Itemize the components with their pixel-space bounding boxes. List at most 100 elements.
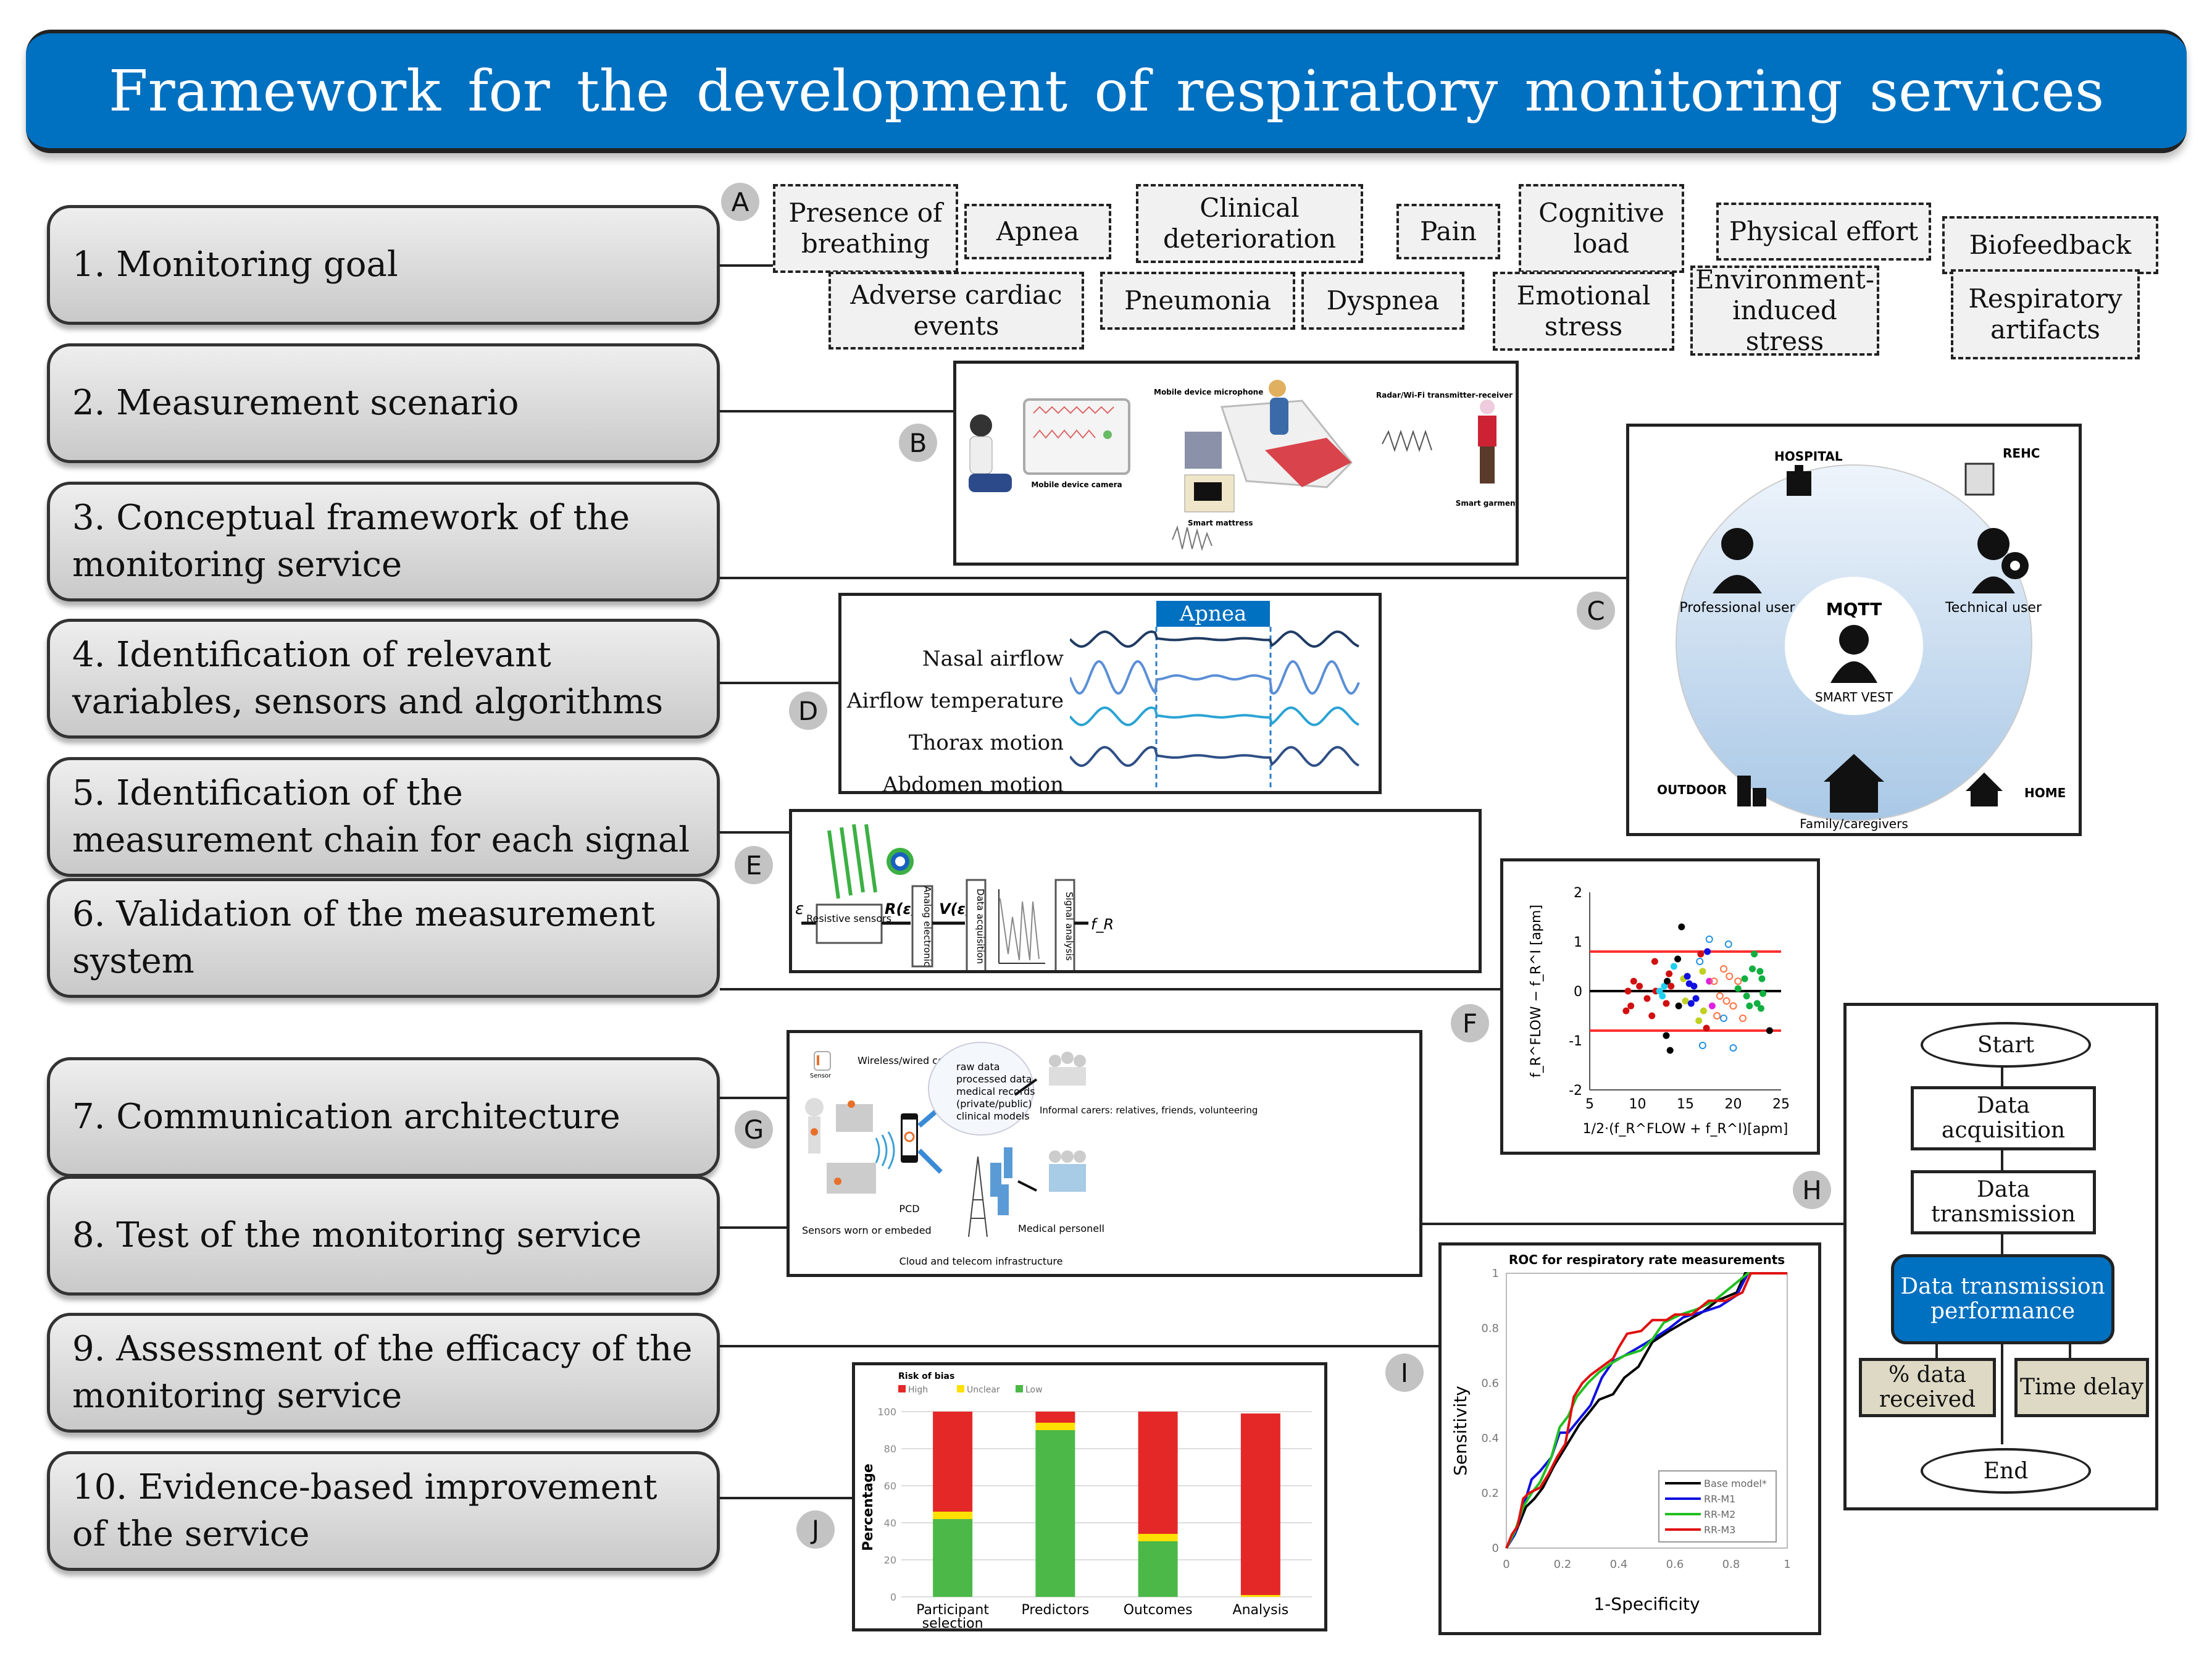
- smart-mattress-icon: [1184, 474, 1235, 513]
- data-point: [1741, 975, 1748, 982]
- step-4-identification-variables[interactable]: 4. Identification of relevant variables,…: [47, 619, 720, 739]
- panel-e-measurement-chain: ε Resistive sensors R(ε) Analog electron…: [789, 809, 1482, 974]
- signal-waves-icon: [875, 1131, 895, 1170]
- data-point: [1722, 997, 1730, 1005]
- y-axis-label: f_R^FLOW − f_R^I [apm]: [1529, 905, 1544, 1078]
- signal-airflow-temperature: Airflow temperature: [846, 689, 1064, 713]
- x-tick-label: 1: [1784, 1558, 1790, 1571]
- step-5-measurement-chain[interactable]: 5. Identification of the measurement cha…: [47, 757, 720, 877]
- measurement-chain-diagram: ε Resistive sensors R(ε) Analog electron…: [795, 824, 1114, 974]
- connector-j: [720, 1497, 853, 1499]
- medical-personnel-icon: [1049, 1150, 1086, 1192]
- connector-h: [1420, 1223, 1843, 1225]
- step-1-monitoring-goal[interactable]: 1. Monitoring goal: [47, 205, 720, 325]
- waveform-thorax-motion: [1070, 706, 1359, 727]
- y-axis-label: Percentage: [861, 1463, 876, 1551]
- signal-thorax-motion: Thorax motion: [908, 731, 1064, 755]
- y-tick-label: 1: [1574, 935, 1582, 950]
- y-tick-label: 1: [1492, 1267, 1499, 1280]
- goal-tag: Environment-induced stress: [1690, 264, 1879, 356]
- badge-g: G: [735, 1110, 773, 1149]
- step-label: 10. Evidence-based improvement of the se…: [72, 1467, 657, 1554]
- cloud-item: (private/public): [956, 1098, 1032, 1110]
- x-tick-label: 0.4: [1610, 1558, 1628, 1571]
- connector-i: [720, 1345, 1438, 1347]
- block-label: Data acquisition: [975, 889, 986, 964]
- x-tick-label: 0.2: [1554, 1558, 1572, 1571]
- step-label: 4. Identification of relevant variables,…: [72, 635, 664, 722]
- y-tick-label: 0: [1574, 984, 1582, 1000]
- step-label: 6. Validation of the measurement system: [72, 894, 655, 981]
- data-point: [1729, 1044, 1737, 1052]
- data-point: [1684, 973, 1691, 980]
- goal-tag: Respiratory artifacts: [1951, 269, 2140, 359]
- pcd-label: PCD: [899, 1203, 919, 1215]
- label-microphone: Mobile device microphone: [1154, 388, 1263, 396]
- panel-h-flowchart: Start Data acquisition Data transmission…: [1843, 1003, 2158, 1510]
- panel-c-conceptual-framework: HOSPITAL REHC Professional user Technica…: [1626, 424, 2082, 836]
- cloud-item: raw data: [956, 1061, 1000, 1073]
- arrow-to-infra: [917, 1149, 943, 1174]
- y-tick-label: -1: [1569, 1034, 1582, 1049]
- step-2-measurement-scenario[interactable]: 2. Measurement scenario: [47, 343, 720, 463]
- data-point: [1651, 958, 1658, 965]
- data-point: [1666, 1047, 1674, 1054]
- data-point: [1678, 923, 1685, 931]
- signal-waveforms: [1070, 627, 1360, 790]
- data-point: [1751, 950, 1758, 958]
- panel-f-bland-altman: 5 10 15 20 25 -2 -1 0 1 2 1/2·(f_R^FLOW + f_R^I)[a…: [1500, 858, 1820, 1155]
- y-tick-label: 0.4: [1481, 1432, 1499, 1445]
- sensors-label: Sensors worn or embeded: [802, 1225, 932, 1236]
- step-label: 9. Assessment of the efficacy of the mon…: [72, 1329, 693, 1416]
- badge-j: J: [796, 1510, 835, 1549]
- data-point: [1749, 965, 1756, 973]
- connector-f: [720, 988, 1504, 990]
- step-10-evidence-based-improvement[interactable]: 10. Evidence-based improvement of the se…: [47, 1451, 720, 1571]
- location-home: HOME: [2024, 785, 2066, 800]
- data-point: [1690, 982, 1698, 990]
- x-tick-label: 10: [1629, 1097, 1646, 1112]
- step-7-communication-architecture[interactable]: 7. Communication architecture: [47, 1057, 720, 1177]
- informal-carers-icon: [1049, 1052, 1086, 1086]
- conceptual-diagram: HOSPITAL REHC Professional user Technica…: [1657, 446, 2066, 831]
- flow-data-transmission: Data transmission: [1911, 1170, 2096, 1234]
- step-8-test[interactable]: 8. Test of the monitoring service: [47, 1176, 720, 1296]
- cloud-item: processed data: [956, 1073, 1032, 1085]
- phone-pcd-icon: [901, 1113, 918, 1163]
- data-point: [1766, 1027, 1773, 1034]
- data-point: [1729, 1002, 1737, 1010]
- location-hospital: HOSPITAL: [1774, 449, 1843, 464]
- step-3-conceptual-framework[interactable]: 3. Conceptual framework of the monitorin…: [47, 482, 720, 601]
- data-point: [1743, 992, 1750, 1000]
- badge-f: F: [1451, 1004, 1489, 1042]
- panel-b-measurement-scenario: Mobile device camera Mobile device micro…: [953, 361, 1519, 566]
- data-point: [1695, 1017, 1703, 1024]
- legend-label: Low: [1025, 1385, 1043, 1395]
- x-tick-label: 0.8: [1722, 1558, 1740, 1571]
- step-6-validation[interactable]: 6. Validation of the measurement system: [47, 878, 720, 998]
- patient-figures-icon: [805, 1098, 876, 1194]
- x-tick-label: 25: [1772, 1097, 1790, 1112]
- step-label: 3. Conceptual framework of the monitorin…: [72, 498, 630, 585]
- data-point: [1648, 1012, 1656, 1020]
- connector-c: [720, 577, 1626, 579]
- badge-d: D: [789, 692, 827, 730]
- step-9-assessment[interactable]: 9. Assessment of the efficacy of the mon…: [47, 1313, 720, 1433]
- x-tick-label: Analysis: [1233, 1602, 1289, 1618]
- servers-icon: [990, 1147, 1012, 1215]
- data-point: [1734, 985, 1742, 992]
- data-point: [1734, 978, 1742, 985]
- x-axis-label: 1/2·(f_R^FLOW + f_R^I)[apm]: [1583, 1121, 1788, 1137]
- x-axis-label: 1-Specificity: [1593, 1594, 1700, 1614]
- legend-title: Risk of bias: [898, 1371, 954, 1381]
- badge-e: E: [735, 846, 773, 884]
- cloud-item: medical records: [956, 1086, 1035, 1097]
- stacked-bar-chart: Risk of biasHigh Unclear Low020406080100Pa…: [861, 1371, 1312, 1631]
- data-point: [1675, 1002, 1682, 1010]
- input-epsilon: ε: [795, 900, 804, 918]
- legend: Base model* RR-M1 RR-M2 RR-M3: [1658, 1470, 1777, 1543]
- waveform-abdomen-motion: [1070, 745, 1359, 768]
- x-tick-label: 15: [1677, 1097, 1694, 1112]
- data-point: [1696, 958, 1704, 965]
- step-label: 5. Identification of the measurement cha…: [72, 773, 690, 860]
